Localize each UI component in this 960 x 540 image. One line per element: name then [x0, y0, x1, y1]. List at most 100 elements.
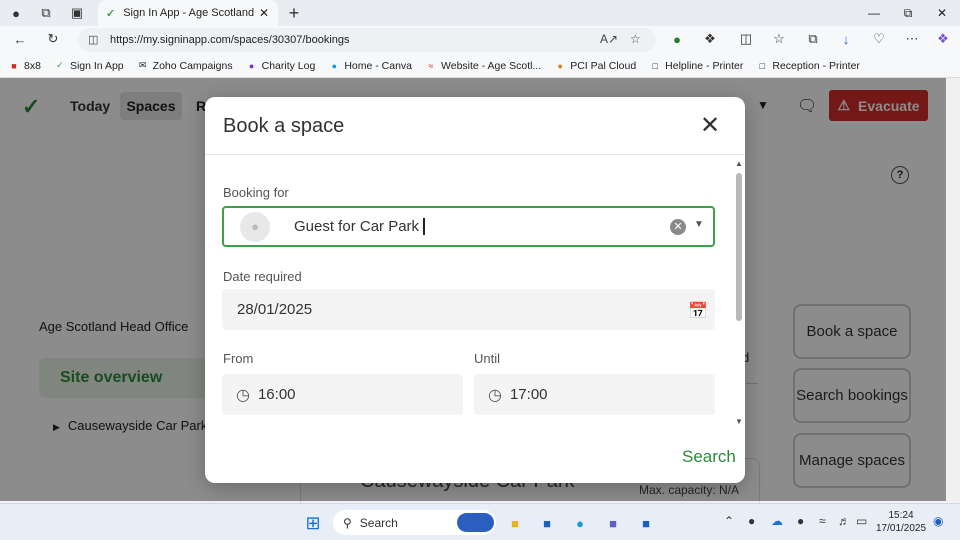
from-time-field[interactable]: ◷ 16:00: [222, 374, 463, 415]
date-value: 28/01/2025: [237, 301, 313, 318]
bookmark-reception-printer[interactable]: □ Reception - Printer: [756, 60, 860, 72]
restore-icon[interactable]: ⧉: [896, 3, 920, 23]
clock-date[interactable]: 17/01/2025: [876, 523, 926, 534]
pci-pal-icon: ●: [557, 60, 563, 71]
from-value: 16:00: [257, 386, 296, 403]
dialog-title: Book a space: [223, 115, 345, 137]
booking-for-value: Guest for Car Park: [294, 218, 420, 235]
date-field[interactable]: 28/01/2025 📅: [222, 289, 715, 330]
bookmark-signinapp[interactable]: ✓ Sign In App: [54, 60, 124, 72]
canva-icon: ●: [331, 60, 338, 71]
taskbar: ⊞ ⚲ Search ■ ■ ● ■ ■ ⌃ ● ☁ ● ≈ ♬ ▭ 15:24…: [0, 503, 960, 540]
bookmark-8x8[interactable]: ■ 8x8: [8, 60, 41, 72]
bookmark-label: Home - Canva: [344, 59, 413, 72]
booking-for-field[interactable]: ● Guest for Car Park ✕ ▼: [222, 206, 715, 247]
book-space-dialog: Book a space ✕ Booking for ● Guest for C…: [205, 97, 745, 483]
bookmark-label: Zoho Campaigns: [152, 59, 233, 72]
read-aloud-icon[interactable]: A↗: [600, 32, 618, 46]
scroll-thumb[interactable]: [736, 173, 742, 321]
bookmark-canva[interactable]: ● Home - Canva: [328, 60, 412, 72]
downloads-icon[interactable]: ↓: [837, 30, 855, 48]
wifi-icon[interactable]: ≈: [819, 514, 826, 528]
profile-icon[interactable]: ●: [7, 4, 25, 22]
bookmark-helpline-printer[interactable]: □ Helpline - Printer: [649, 60, 743, 72]
until-value: 17:00: [509, 386, 548, 403]
booking-for-label: Booking for: [223, 185, 289, 200]
lock-icon: ◫: [88, 34, 99, 46]
favorite-star-icon[interactable]: ☆: [630, 32, 641, 46]
dialog-scrollbar[interactable]: ▲ ▼: [733, 157, 745, 429]
back-icon[interactable]: ←: [11, 30, 29, 48]
search-highlight-icon: [457, 513, 494, 532]
page-icon: □: [759, 60, 766, 71]
tab-signinapp[interactable]: ✓ Sign In App - Age Scotland ✕: [98, 0, 278, 26]
taskbar-search[interactable]: ⚲ Search: [333, 510, 496, 535]
word-icon[interactable]: ■: [635, 512, 657, 534]
copilot-icon[interactable]: ❖: [934, 30, 952, 48]
scroll-up-icon[interactable]: ▲: [735, 159, 743, 168]
bookmark-label: 8x8: [24, 59, 41, 72]
bookmark-pci-pal[interactable]: ● PCI Pal Cloud: [554, 59, 637, 72]
split-screen-icon[interactable]: ◫: [737, 30, 755, 48]
zoho-icon: ✉: [138, 60, 147, 70]
browser-essentials-icon[interactable]: ♡: [870, 30, 888, 48]
clock-time[interactable]: 15:24: [879, 510, 923, 521]
page-scrollbar[interactable]: [946, 78, 960, 501]
extensions-puzzle-icon[interactable]: ❖: [701, 30, 719, 48]
teams-icon[interactable]: ■: [602, 512, 624, 534]
calendar-icon[interactable]: 📅: [688, 301, 708, 321]
bookmark-zoho[interactable]: ✉ Zoho Campaigns: [137, 60, 233, 72]
favorites-icon[interactable]: ☆: [770, 30, 788, 48]
onedrive-icon[interactable]: ☁: [771, 514, 783, 528]
show-hidden-icons-icon[interactable]: ⌃: [724, 514, 734, 528]
outlook-icon[interactable]: ■: [536, 512, 558, 534]
tray-app-icon[interactable]: ●: [748, 514, 755, 528]
new-tab-icon[interactable]: +: [285, 3, 303, 23]
clock-icon: ◷: [236, 386, 250, 404]
browser-tab-bar: ● ⧉ ▣ ✓ Sign In App - Age Scotland ✕ + —…: [0, 0, 960, 26]
windows-start-icon[interactable]: ⊞: [302, 512, 324, 534]
until-time-field[interactable]: ◷ 17:00: [474, 374, 715, 415]
close-tab-icon[interactable]: ✕: [256, 6, 272, 20]
scroll-down-icon[interactable]: ▼: [735, 417, 743, 426]
edge-icon[interactable]: ●: [569, 512, 591, 534]
bookmark-label: PCI Pal Cloud: [570, 59, 637, 72]
settings-more-icon[interactable]: ⋯: [903, 30, 921, 48]
signinapp-tab-icon: ✓: [106, 7, 116, 20]
signinapp-icon: ✓: [56, 60, 64, 70]
bookmarks-bar: ■ 8x8 ✓ Sign In App ✉ Zoho Campaigns ● Chari…: [0, 54, 960, 78]
address-bar-row: ← ↻ ◫ https://my.signinapp.com/spaces/30…: [0, 26, 960, 54]
notifications-bell-icon[interactable]: ◉: [933, 514, 943, 528]
close-icon[interactable]: ✕: [699, 114, 721, 138]
microphone-icon[interactable]: ●: [797, 514, 804, 528]
file-explorer-icon[interactable]: ■: [504, 512, 526, 534]
avatar-icon: ●: [240, 211, 270, 242]
bookmark-website[interactable]: ≈ Website - Age Scotl...: [425, 59, 542, 72]
text-cursor: [423, 218, 425, 235]
volume-icon[interactable]: ♬: [838, 514, 850, 528]
close-window-icon[interactable]: ✕: [930, 3, 954, 23]
search-button[interactable]: Search: [682, 447, 736, 467]
bookmark-label: Sign In App: [69, 59, 124, 72]
minimize-icon[interactable]: —: [862, 3, 886, 23]
url-field[interactable]: ◫ https://my.signinapp.com/spaces/30307/…: [78, 28, 656, 52]
clock-icon: ◷: [488, 386, 502, 404]
collections-icon[interactable]: ⧉: [804, 30, 822, 48]
tab-actions-icon[interactable]: ▣: [68, 4, 86, 22]
page-icon: □: [652, 60, 658, 71]
battery-icon[interactable]: ▭: [856, 514, 867, 528]
bookmark-label: Website - Age Scotl...: [441, 59, 542, 72]
workspaces-icon[interactable]: ⧉: [37, 4, 55, 22]
search-placeholder: Search: [359, 515, 398, 530]
bookmark-charity-log[interactable]: ● Charity Log: [246, 59, 316, 72]
dropdown-arrow-icon[interactable]: ▼: [694, 219, 704, 230]
refresh-icon[interactable]: ↻: [44, 30, 62, 48]
extension-icon[interactable]: ●: [668, 30, 686, 48]
bookmark-label: Charity Log: [261, 59, 316, 72]
clear-icon[interactable]: ✕: [670, 219, 686, 235]
bookmark-label: Helpline - Printer: [665, 59, 744, 72]
until-label: Until: [474, 351, 501, 366]
tab-title: Sign In App - Age Scotland: [123, 7, 255, 19]
divider: [205, 154, 745, 155]
charity-log-icon: ●: [248, 60, 255, 71]
